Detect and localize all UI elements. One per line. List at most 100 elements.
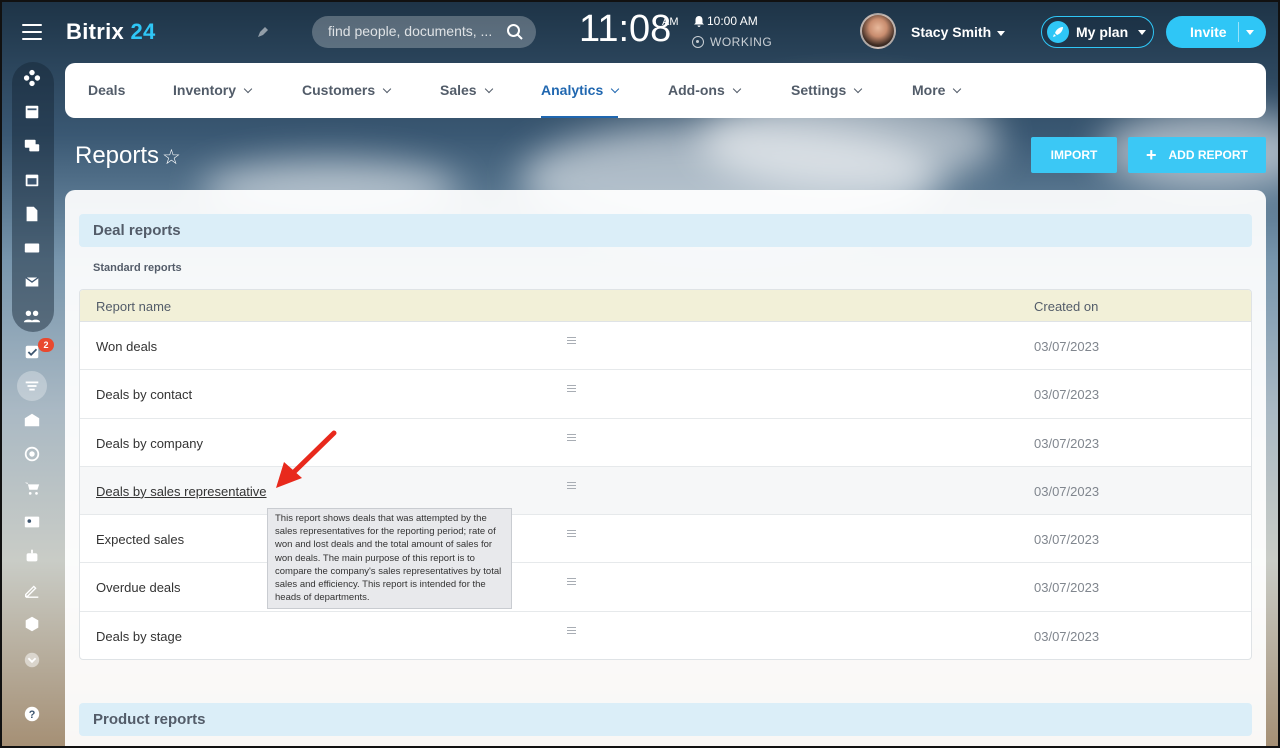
report-description-tooltip: This report shows deals that was attempt… bbox=[267, 508, 512, 610]
drag-handle-icon[interactable] bbox=[567, 481, 576, 491]
app-logo[interactable]: Bitrix 24 bbox=[66, 19, 156, 45]
tab-more[interactable]: More bbox=[912, 63, 962, 118]
mail-icon[interactable] bbox=[22, 272, 42, 292]
chevron-down-icon bbox=[732, 84, 742, 94]
tab-settings[interactable]: Settings bbox=[791, 63, 863, 118]
chevron-down-icon bbox=[243, 84, 253, 94]
add-report-button[interactable]: + ADD REPORT bbox=[1128, 137, 1266, 173]
avatar[interactable] bbox=[860, 13, 896, 49]
invite-menu-chevron-icon[interactable] bbox=[1246, 30, 1254, 35]
work-status-label: WORKING bbox=[710, 35, 773, 49]
rocket-icon bbox=[1047, 21, 1069, 43]
invite-label: Invite bbox=[1190, 24, 1227, 40]
my-plan-label: My plan bbox=[1076, 24, 1129, 40]
table-row: Overdue deals 03/07/2023 bbox=[80, 563, 1251, 612]
drag-handle-icon[interactable] bbox=[567, 626, 576, 636]
activity-stream-icon[interactable] bbox=[22, 68, 42, 88]
target-icon[interactable] bbox=[22, 444, 42, 464]
report-link-hovered[interactable]: Deals by sales representative bbox=[96, 484, 267, 499]
report-link[interactable]: Deals by company bbox=[96, 436, 203, 451]
created-date: 03/07/2023 bbox=[1034, 580, 1100, 596]
column-report-name[interactable]: Report name bbox=[96, 299, 171, 314]
chat-icon[interactable] bbox=[22, 136, 42, 156]
global-search[interactable] bbox=[312, 16, 536, 48]
chevron-down-icon bbox=[1138, 29, 1147, 35]
tab-sales[interactable]: Sales bbox=[440, 63, 493, 118]
company-icon[interactable] bbox=[22, 410, 42, 430]
created-date: 03/07/2023 bbox=[1034, 435, 1100, 451]
more-icon[interactable] bbox=[22, 650, 42, 670]
chevron-down-icon bbox=[853, 84, 863, 94]
report-link[interactable]: Expected sales bbox=[96, 532, 184, 547]
report-link[interactable]: Overdue deals bbox=[96, 580, 181, 595]
created-date: 03/07/2023 bbox=[1034, 628, 1100, 644]
tab-customers[interactable]: Customers bbox=[302, 63, 392, 118]
alarm-reminder[interactable]: 10:00 AM bbox=[694, 14, 758, 28]
crm-funnel-icon[interactable] bbox=[17, 371, 47, 401]
clock-ampm: AM bbox=[662, 16, 679, 28]
drive-icon[interactable] bbox=[22, 238, 42, 258]
my-plan-button[interactable]: My plan bbox=[1041, 16, 1154, 48]
table-row: Deals by company 03/07/2023 bbox=[80, 419, 1251, 467]
drag-handle-icon[interactable] bbox=[567, 433, 576, 443]
tab-add-ons[interactable]: Add-ons bbox=[668, 63, 742, 118]
deal-reports-header[interactable]: Deal reports bbox=[79, 214, 1252, 247]
table-row: Won deals 03/07/2023 bbox=[80, 322, 1251, 371]
groups-icon[interactable] bbox=[22, 306, 42, 326]
table-row: Expected sales 03/07/2023 bbox=[80, 515, 1251, 564]
deal-reports-table: Report name Created on Won deals 03/07/2… bbox=[79, 289, 1252, 660]
bell-icon bbox=[694, 15, 704, 27]
clock-time[interactable]: 11:08 bbox=[579, 8, 671, 51]
calendar-icon[interactable] bbox=[22, 170, 42, 190]
crm-nav-bar: Deals Inventory Customers Sales Analytic… bbox=[65, 63, 1266, 118]
tab-analytics[interactable]: Analytics bbox=[541, 63, 620, 118]
report-link[interactable]: Deals by contact bbox=[96, 387, 192, 402]
report-link[interactable]: Won deals bbox=[96, 339, 157, 354]
drag-handle-icon[interactable] bbox=[567, 578, 576, 587]
favorite-star-icon[interactable]: ☆ bbox=[162, 145, 181, 170]
tasks-count-badge: 2 bbox=[38, 338, 54, 352]
shop-icon[interactable] bbox=[22, 478, 42, 498]
news-icon[interactable] bbox=[22, 102, 42, 122]
created-date: 03/07/2023 bbox=[1034, 483, 1100, 499]
chevron-down-icon bbox=[997, 30, 1006, 36]
drag-handle-icon[interactable] bbox=[567, 337, 576, 346]
help-icon[interactable]: ? bbox=[22, 704, 42, 724]
menu-icon[interactable] bbox=[22, 24, 42, 40]
page-title: Reports bbox=[75, 142, 160, 169]
work-status[interactable]: WORKING bbox=[692, 35, 772, 49]
product-reports-header[interactable]: Product reports bbox=[79, 703, 1252, 736]
contact-center-icon[interactable] bbox=[22, 512, 42, 532]
left-sidebar: 2 ? bbox=[0, 0, 64, 748]
chevron-down-icon bbox=[484, 84, 493, 94]
drag-handle-icon[interactable] bbox=[567, 530, 576, 539]
created-date: 03/07/2023 bbox=[1034, 387, 1100, 403]
table-row: Deals by contact 03/07/2023 bbox=[80, 370, 1251, 419]
documents-icon[interactable] bbox=[22, 204, 42, 224]
standard-reports-label: Standard reports bbox=[93, 262, 182, 274]
robot-icon[interactable] bbox=[22, 546, 42, 566]
edit-logo-icon[interactable] bbox=[256, 25, 270, 39]
alarm-time: 10:00 AM bbox=[707, 14, 758, 28]
import-button[interactable]: IMPORT bbox=[1031, 137, 1117, 173]
annotation-arrow-icon bbox=[276, 430, 337, 488]
report-link[interactable]: Deals by stage bbox=[96, 629, 182, 644]
created-date: 03/07/2023 bbox=[1034, 532, 1100, 548]
search-input[interactable] bbox=[328, 23, 498, 39]
tab-deals[interactable]: Deals bbox=[88, 63, 125, 118]
work-status-icon bbox=[692, 36, 704, 48]
column-created-on[interactable]: Created on bbox=[1034, 299, 1098, 314]
user-menu[interactable]: Stacy Smith bbox=[911, 24, 1006, 40]
tab-inventory[interactable]: Inventory bbox=[173, 63, 253, 118]
table-row: Deals by sales representative 03/07/2023 bbox=[80, 466, 1251, 516]
drag-handle-icon[interactable] bbox=[567, 385, 576, 394]
signature-icon[interactable] bbox=[22, 580, 42, 600]
search-icon[interactable] bbox=[506, 23, 524, 41]
chevron-down-icon bbox=[953, 84, 962, 94]
invite-button[interactable]: Invite bbox=[1166, 16, 1266, 48]
created-date: 03/07/2023 bbox=[1034, 339, 1100, 354]
chevron-down-icon bbox=[611, 84, 620, 94]
box-icon[interactable] bbox=[22, 614, 42, 634]
svg-text:?: ? bbox=[29, 709, 36, 721]
table-row: Deals by stage 03/07/2023 bbox=[80, 612, 1251, 659]
